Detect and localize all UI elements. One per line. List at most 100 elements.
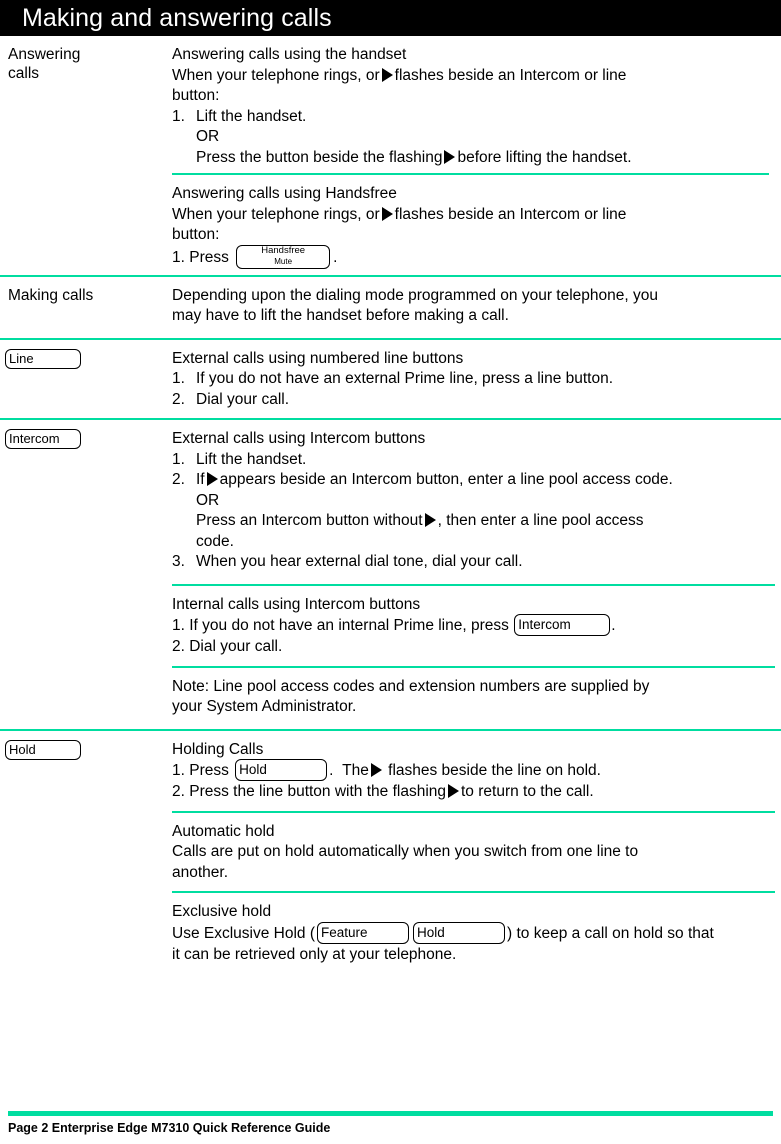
body-line2: it can be retrieved only at your telepho… xyxy=(172,945,457,963)
block-heading: Answering calls using the handset xyxy=(172,46,407,63)
step-text-a: Press an Intercom button without xyxy=(196,512,423,529)
section-label-line-key: Line xyxy=(0,340,172,370)
section-label-answering-calls: Answering calls xyxy=(0,36,172,83)
block-heading: Automatic hold xyxy=(172,822,275,840)
paragraph-line1: Depending upon the dialing mode programm… xyxy=(172,286,659,304)
list-item: Press an Intercom button without , then e… xyxy=(172,511,775,532)
line-key-label: Line xyxy=(9,350,34,366)
triangle-right-icon xyxy=(424,513,436,527)
section-label-empty xyxy=(0,586,172,595)
list-item: 2. Dial your call. xyxy=(172,638,283,655)
step-number: 1. xyxy=(172,107,185,125)
list-item: 2. Dial your call. xyxy=(172,390,775,411)
page-header: Making and answering calls xyxy=(0,0,781,36)
step-text: Lift the handset. xyxy=(196,450,307,468)
section-label-empty xyxy=(0,893,172,902)
section-label-empty xyxy=(0,668,172,677)
block-holding-calls: Holding Calls 1. Press Hold. The flashes… xyxy=(172,731,775,808)
list-item: Press the button beside the flashing befo… xyxy=(172,148,775,169)
list-item: code. xyxy=(172,532,775,553)
section-body-automatic-hold: Automatic hold Calls are put on hold aut… xyxy=(172,813,781,892)
handsfree-mute-key[interactable]: Handsfree Mute xyxy=(236,244,331,269)
section-body-external-intercom: External calls using Intercom buttons 1.… xyxy=(172,420,781,584)
step-text-b: to return to the call. xyxy=(461,783,594,800)
page-footer: Page 2 Enterprise Edge M7310 Quick Refer… xyxy=(8,1111,773,1136)
intro-text-a: When your telephone rings, or xyxy=(172,205,380,223)
triangle-right-icon xyxy=(448,784,459,798)
step-text-a: 2. Press the line button with the flashi… xyxy=(172,783,446,800)
section-label-line2: calls xyxy=(8,65,40,82)
section-holding-calls: Hold Holding Calls 1. Press Hold. The fl… xyxy=(0,731,781,811)
step-text: If you do not have an external Prime lin… xyxy=(196,370,614,387)
block-answering-handsfree: Answering calls using Handsfree When you… xyxy=(172,175,775,275)
step-text: Lift the handset. xyxy=(196,107,307,125)
triangle-right-icon xyxy=(370,763,382,778)
list-item: 2. If appears beside an Intercom button, … xyxy=(172,470,775,491)
step-number: 2. xyxy=(172,390,185,408)
step-text-a: 1. If you do not have an internal Prime … xyxy=(172,617,509,635)
list-item: 1. If you do not have an internal Prime … xyxy=(172,614,775,637)
step-text: When you hear external dial tone, dial y… xyxy=(196,553,523,570)
hold-inline-key-label: Hold xyxy=(239,762,267,777)
triangle-right-icon xyxy=(206,472,218,486)
handsfree-mute-key-line2: Mute xyxy=(274,256,293,266)
list-item: 2. Press the line button with the flashi… xyxy=(172,782,775,803)
section-answering-calls: Answering calls Answering calls using th… xyxy=(0,36,781,275)
note-line1: Note: Line pool access codes and extensi… xyxy=(172,677,650,695)
triangle-right-icon xyxy=(444,149,456,164)
intro-text-b: flashes beside an Intercom or line xyxy=(394,205,627,223)
step-number: 3. xyxy=(172,553,185,570)
intercom-key[interactable]: Intercom xyxy=(5,429,81,449)
list-item: 1. Press Handsfree Mute . xyxy=(172,244,775,270)
body-text-a: Use Exclusive Hold ( xyxy=(172,924,315,942)
step-text-b: appears beside an Intercom button, enter… xyxy=(219,471,673,488)
block-heading: Exclusive hold xyxy=(172,903,272,920)
section-note: Note: Line pool access codes and extensi… xyxy=(0,668,781,729)
list-item: 1. Lift the handset. xyxy=(172,107,775,128)
step-number: 1. xyxy=(172,450,185,468)
block-external-line: External calls using numbered line butto… xyxy=(172,340,775,416)
hold-key[interactable]: Hold xyxy=(5,739,81,760)
step-text: OR xyxy=(196,128,220,145)
step-text: Dial your call. xyxy=(196,390,290,408)
feature-key[interactable]: Feature xyxy=(317,921,409,944)
block-making-calls: Depending upon the dialing mode programm… xyxy=(172,277,775,332)
step-text-trailing: . xyxy=(333,248,338,266)
section-body-making-calls: Depending upon the dialing mode programm… xyxy=(172,277,781,338)
block-automatic-hold: Automatic hold Calls are put on hold aut… xyxy=(172,813,775,889)
feature-key-label: Feature xyxy=(321,924,368,940)
block-intro-cont: button: xyxy=(172,226,220,243)
hold-inline-key[interactable]: Hold xyxy=(235,759,328,781)
triangle-right-icon xyxy=(381,206,393,221)
list-item: OR xyxy=(172,491,775,512)
line-key[interactable]: Line xyxy=(5,348,81,369)
section-internal-intercom: Internal calls using Intercom buttons 1.… xyxy=(0,586,781,666)
step-text: If appears beside an Intercom button, ent… xyxy=(196,470,775,491)
step-text-b: before lifting the handset. xyxy=(457,148,632,166)
page-title: Making and answering calls xyxy=(22,4,332,32)
block-intro: When your telephone rings, or flashes bes… xyxy=(172,205,775,226)
intro-text-b: flashes beside an Intercom or line xyxy=(394,66,627,84)
step-text-d: flashes beside the line on hold. xyxy=(388,762,601,780)
list-item: 3. When you hear external dial tone, dia… xyxy=(172,552,775,573)
step-text-c: The xyxy=(342,762,369,780)
body-text-b: ) to keep a call on hold so that xyxy=(507,924,714,942)
step-text-a: Press the button beside the flashing xyxy=(196,148,443,166)
section-body-external-line: External calls using numbered line butto… xyxy=(172,340,781,419)
block-internal-intercom: Internal calls using Intercom buttons 1.… xyxy=(172,586,775,663)
block-heading: External calls using numbered line butto… xyxy=(172,349,464,367)
body-line2: another. xyxy=(172,863,229,881)
hold-key-inline-2[interactable]: Hold xyxy=(413,921,505,944)
section-label-line1: Making calls xyxy=(8,286,94,304)
step-text: code. xyxy=(196,532,234,550)
intercom-inline-key[interactable]: Intercom xyxy=(514,614,611,636)
section-label-intercom-key: Intercom xyxy=(0,420,172,450)
step-number: 2. xyxy=(172,471,185,488)
section-external-intercom: Intercom External calls using Intercom b… xyxy=(0,420,781,584)
body-line1: Use Exclusive Hold ( Feature Hold) to keep… xyxy=(172,921,775,945)
section-label-making-calls: Making calls xyxy=(0,277,172,305)
